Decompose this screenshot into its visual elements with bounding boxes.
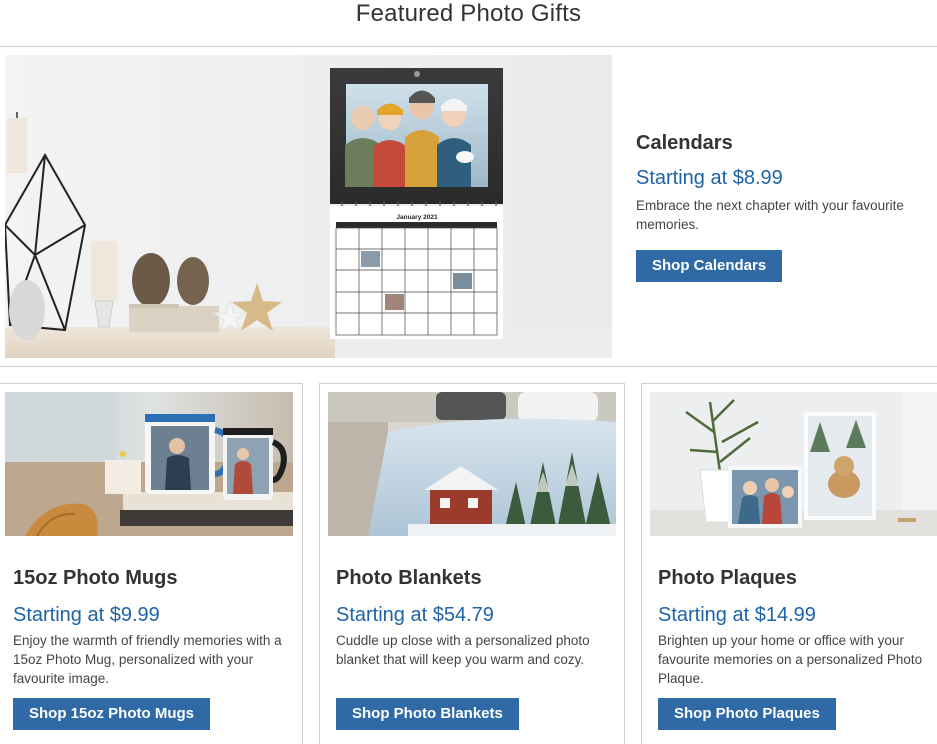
featured-calendars-info: Calendars Starting at $8.99 Embrace the … (636, 130, 936, 282)
product-title[interactable]: Photo Plaques (658, 565, 932, 591)
product-description: Embrace the next chapter with your favou… (636, 198, 904, 232)
product-price: Starting at $54.79 (336, 604, 494, 626)
shop-plaques-button[interactable]: Shop Photo Plaques (658, 698, 836, 730)
product-price: Starting at $8.99 (636, 167, 783, 189)
plaques-product-image[interactable] (650, 392, 937, 536)
product-description: Brighten up your home or office with you… (658, 633, 923, 686)
product-price: Starting at $14.99 (658, 604, 816, 626)
card-body: 15oz Photo Mugs Starting at $9.99 Enjoy … (13, 565, 293, 688)
blankets-product-image[interactable] (328, 392, 616, 536)
shop-mugs-button[interactable]: Shop 15oz Photo Mugs (13, 698, 210, 730)
shop-blankets-button[interactable]: Shop Photo Blankets (336, 698, 519, 730)
calendar-month-label: January 2021 (396, 214, 438, 221)
product-card-blankets: Photo Blankets Starting at $54.79 Cuddle… (319, 383, 625, 744)
card-body: Photo Plaques Starting at $14.99 Brighte… (658, 565, 932, 688)
product-card-plaques: Photo Plaques Starting at $14.99 Brighte… (641, 383, 937, 744)
card-body: Photo Blankets Starting at $54.79 Cuddle… (336, 565, 606, 669)
calendar-product-image[interactable]: January 2021 (5, 55, 612, 358)
product-title[interactable]: 15oz Photo Mugs (13, 565, 293, 591)
product-description: Cuddle up close with a personalized phot… (336, 633, 590, 667)
mugs-product-image[interactable] (5, 392, 293, 536)
divider (0, 366, 937, 367)
product-description: Enjoy the warmth of friendly memories wi… (13, 633, 282, 686)
page-title: Featured Photo Gifts (355, 0, 582, 27)
product-card-mugs: 15oz Photo Mugs Starting at $9.99 Enjoy … (0, 383, 303, 744)
product-title[interactable]: Calendars (636, 130, 936, 156)
product-title[interactable]: Photo Blankets (336, 565, 606, 591)
shop-calendars-button[interactable]: Shop Calendars (636, 250, 783, 282)
divider (0, 46, 937, 47)
product-price: Starting at $9.99 (13, 604, 160, 626)
